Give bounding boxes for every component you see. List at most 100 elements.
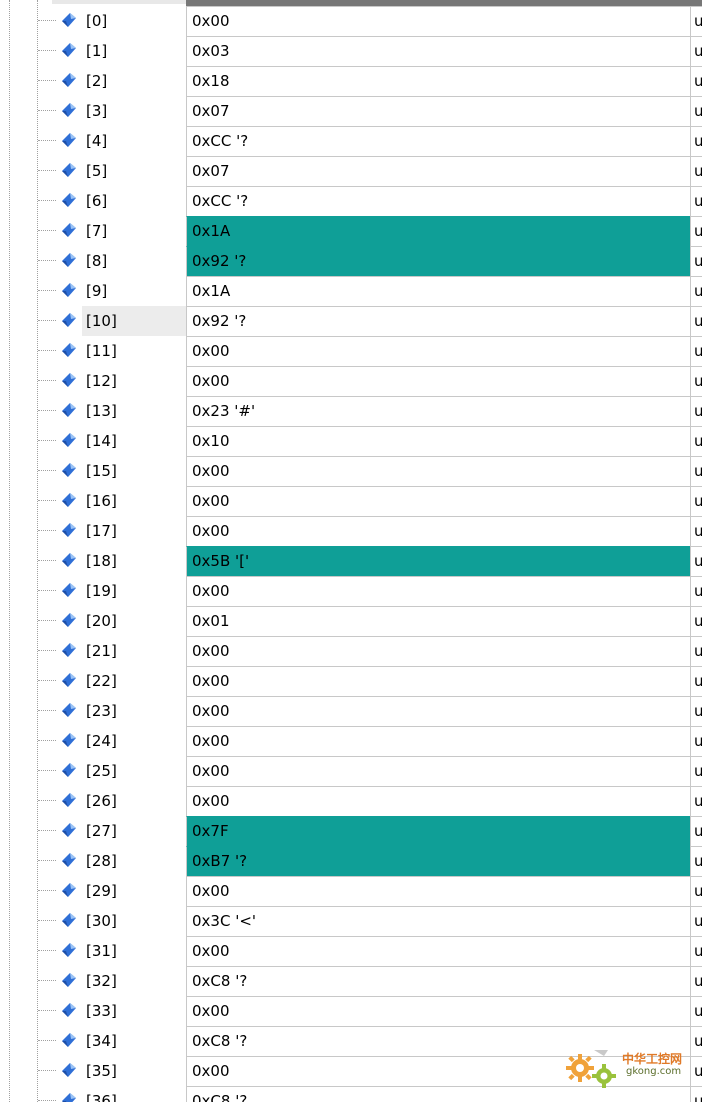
watch-row[interactable]: [7]0x1Au	[0, 216, 702, 246]
element-value[interactable]: 0x00	[186, 636, 690, 666]
watch-row[interactable]: [11]0x00u	[0, 336, 702, 366]
watch-row[interactable]: [5]0x07u	[0, 156, 702, 186]
watch-row[interactable]: [32]0xC8 '?u	[0, 966, 702, 996]
watch-row[interactable]: [33]0x00u	[0, 996, 702, 1026]
element-index[interactable]: [23]	[82, 696, 186, 726]
element-value[interactable]: 0x92 '?	[186, 306, 690, 336]
element-index[interactable]: [0]	[82, 6, 186, 36]
element-value[interactable]: 0x00	[186, 726, 690, 756]
element-index[interactable]: [29]	[82, 876, 186, 906]
element-value[interactable]: 0x00	[186, 576, 690, 606]
element-value[interactable]: 0x00	[186, 936, 690, 966]
watch-row[interactable]: [17]0x00u	[0, 516, 702, 546]
watch-row[interactable]: [28]0xB7 '?u	[0, 846, 702, 876]
element-index[interactable]: [28]	[82, 846, 186, 876]
element-index[interactable]: [5]	[82, 156, 186, 186]
watch-row[interactable]: [3]0x07u	[0, 96, 702, 126]
element-index[interactable]: [30]	[82, 906, 186, 936]
element-value[interactable]: 0x3C '<'	[186, 906, 690, 936]
element-index[interactable]: [34]	[82, 1026, 186, 1056]
element-index[interactable]: [26]	[82, 786, 186, 816]
element-value[interactable]: 0x00	[186, 6, 690, 36]
element-value-changed[interactable]: 0x92 '?	[186, 246, 690, 276]
element-index[interactable]: [6]	[82, 186, 186, 216]
watch-row[interactable]: [2]0x18u	[0, 66, 702, 96]
element-value[interactable]: 0x10	[186, 426, 690, 456]
watch-row[interactable]: [24]0x00u	[0, 726, 702, 756]
element-index[interactable]: [33]	[82, 996, 186, 1026]
element-value[interactable]: 0xCC '?	[186, 186, 690, 216]
element-index[interactable]: [19]	[82, 576, 186, 606]
element-value[interactable]: 0x00	[186, 666, 690, 696]
element-index[interactable]: [3]	[82, 96, 186, 126]
watch-row[interactable]: [13]0x23 '#'u	[0, 396, 702, 426]
element-index[interactable]: [9]	[82, 276, 186, 306]
element-index[interactable]: [16]	[82, 486, 186, 516]
element-value-changed[interactable]: 0x1A	[186, 216, 690, 246]
element-index[interactable]: [1]	[82, 36, 186, 66]
watch-row[interactable]: [19]0x00u	[0, 576, 702, 606]
element-index[interactable]: [2]	[82, 66, 186, 96]
element-value[interactable]: 0x00	[186, 756, 690, 786]
element-index[interactable]: [31]	[82, 936, 186, 966]
watch-row[interactable]: [1]0x03u	[0, 36, 702, 66]
element-index[interactable]: [24]	[82, 726, 186, 756]
watch-row[interactable]: [29]0x00u	[0, 876, 702, 906]
element-value[interactable]: 0x00	[186, 516, 690, 546]
element-index[interactable]: [36]	[82, 1086, 186, 1102]
element-index[interactable]: [8]	[82, 246, 186, 276]
element-value[interactable]: 0xC8 '?	[186, 966, 690, 996]
watch-row[interactable]: [30]0x3C '<'u	[0, 906, 702, 936]
element-index[interactable]: [14]	[82, 426, 186, 456]
watch-row[interactable]: [15]0x00u	[0, 456, 702, 486]
watch-row[interactable]: [31]0x00u	[0, 936, 702, 966]
element-value[interactable]: 0x03	[186, 36, 690, 66]
watch-row[interactable]: [10]0x92 '?u	[0, 306, 702, 336]
element-value[interactable]: 0x00	[186, 486, 690, 516]
element-value-changed[interactable]: 0x5B '['	[186, 546, 690, 576]
element-value[interactable]: 0x23 '#'	[186, 396, 690, 426]
element-value[interactable]: 0x00	[186, 366, 690, 396]
element-value-changed[interactable]: 0xB7 '?	[186, 846, 690, 876]
name-column-header[interactable]	[52, 0, 186, 4]
watch-row[interactable]: [22]0x00u	[0, 666, 702, 696]
watch-row[interactable]: [0]0x00u	[0, 6, 702, 36]
element-value[interactable]: 0x00	[186, 786, 690, 816]
element-value[interactable]: 0x07	[186, 156, 690, 186]
element-index[interactable]: [22]	[82, 666, 186, 696]
element-index[interactable]: [21]	[82, 636, 186, 666]
element-value[interactable]: 0x00	[186, 996, 690, 1026]
element-index[interactable]: [4]	[82, 126, 186, 156]
element-value[interactable]: 0x1A	[186, 276, 690, 306]
watch-row[interactable]: [8]0x92 '?u	[0, 246, 702, 276]
element-index[interactable]: [7]	[82, 216, 186, 246]
watch-row[interactable]: [12]0x00u	[0, 366, 702, 396]
watch-row[interactable]: [23]0x00u	[0, 696, 702, 726]
element-value[interactable]: 0x01	[186, 606, 690, 636]
element-value[interactable]: 0x00	[186, 696, 690, 726]
watch-row[interactable]: [26]0x00u	[0, 786, 702, 816]
watch-row[interactable]: [14]0x10u	[0, 426, 702, 456]
element-value[interactable]: 0x07	[186, 96, 690, 126]
element-value[interactable]: 0x18	[186, 66, 690, 96]
element-index[interactable]: [35]	[82, 1056, 186, 1086]
watch-row[interactable]: [4]0xCC '?u	[0, 126, 702, 156]
watch-row[interactable]: [25]0x00u	[0, 756, 702, 786]
element-index[interactable]: [32]	[82, 966, 186, 996]
watch-row[interactable]: [9]0x1Au	[0, 276, 702, 306]
element-index[interactable]: [25]	[82, 756, 186, 786]
element-value[interactable]: 0x00	[186, 456, 690, 486]
watch-row[interactable]: [21]0x00u	[0, 636, 702, 666]
element-index[interactable]: [15]	[82, 456, 186, 486]
element-index[interactable]: [18]	[82, 546, 186, 576]
watch-row[interactable]: [18]0x5B '['u	[0, 546, 702, 576]
element-value[interactable]: 0x00	[186, 876, 690, 906]
element-index[interactable]: [13]	[82, 396, 186, 426]
element-index[interactable]: [20]	[82, 606, 186, 636]
element-value[interactable]: 0xCC '?	[186, 126, 690, 156]
watch-row[interactable]: [16]0x00u	[0, 486, 702, 516]
watch-row[interactable]: [6]0xCC '?u	[0, 186, 702, 216]
watch-row[interactable]: [27]0x7Fu	[0, 816, 702, 846]
element-value[interactable]: 0x00	[186, 336, 690, 366]
element-index[interactable]: [27]	[82, 816, 186, 846]
